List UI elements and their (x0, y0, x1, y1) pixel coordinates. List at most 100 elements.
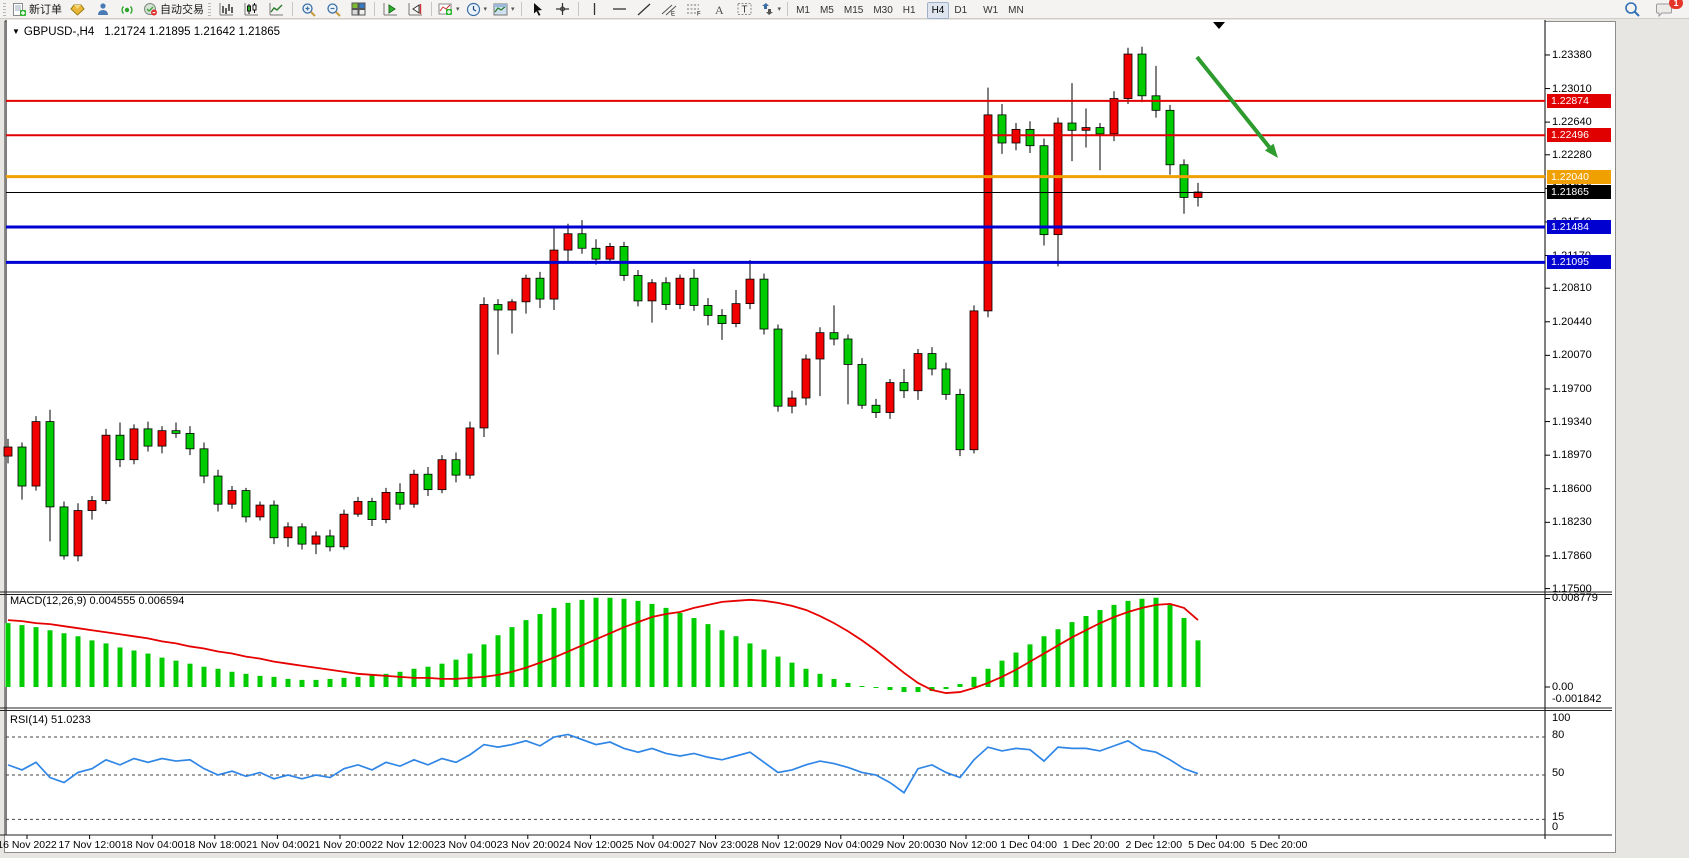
timeframe-m1[interactable]: M1 (791, 2, 815, 19)
timeframe-h4[interactable]: H4 (927, 2, 950, 19)
up-candle (1124, 54, 1132, 98)
new-order-icon (12, 2, 27, 17)
down-candle (242, 491, 250, 517)
timeframe-w1[interactable]: W1 (978, 2, 1003, 19)
indicators-icon (438, 2, 453, 16)
line-chart-button[interactable] (264, 0, 289, 19)
up-candle (732, 304, 740, 324)
up-candle (886, 383, 894, 413)
timeframe-d1[interactable]: D1 (949, 2, 972, 19)
tile-windows-button[interactable] (346, 0, 371, 19)
up-candle (550, 250, 558, 299)
market-watch-button[interactable] (65, 0, 90, 19)
up-candle (32, 422, 40, 486)
notification-badge: 1 (1669, 0, 1683, 9)
up-candle (788, 398, 796, 406)
text-button[interactable]: A (707, 0, 732, 19)
down-candle (536, 278, 544, 299)
down-candle (1026, 129, 1034, 145)
down-candle (956, 394, 964, 449)
chevron-down-icon: ▾ (511, 5, 515, 13)
up-candle (802, 359, 810, 398)
cursor-icon (531, 2, 544, 16)
bar-chart-icon (219, 2, 234, 16)
vertical-line-icon (590, 2, 599, 16)
zoom-out-button[interactable] (321, 0, 346, 19)
up-candle (354, 501, 362, 514)
channel-button[interactable]: E (657, 0, 682, 19)
search-button[interactable] (1619, 0, 1644, 19)
new-order-button[interactable]: 新订单 (9, 0, 65, 19)
trendline-icon (637, 3, 651, 16)
signals-button[interactable] (115, 0, 140, 19)
up-candle (564, 234, 572, 250)
chevron-down-icon: ▾ (456, 5, 460, 13)
crosshair-icon (555, 2, 570, 16)
svg-text:A: A (715, 3, 724, 16)
auto-scroll-button[interactable] (378, 0, 403, 19)
signal-icon (120, 2, 135, 16)
channel-icon: E (661, 3, 677, 16)
up-candle (648, 283, 656, 301)
down-candle (998, 115, 1006, 143)
down-candle (116, 435, 124, 460)
chart-shift-button[interactable] (403, 0, 428, 19)
cursor-button[interactable] (525, 0, 550, 19)
timeframe-m30[interactable]: M30 (868, 2, 897, 19)
down-candle (690, 278, 698, 305)
chart-shift-icon (408, 2, 423, 16)
down-candle (1068, 123, 1076, 130)
crosshair-button[interactable] (550, 0, 575, 19)
autotrading-icon (143, 2, 158, 16)
down-candle (634, 275, 642, 300)
vertical-line-button[interactable] (582, 0, 607, 19)
toolbar-drag-handle[interactable] (3, 3, 6, 16)
horizontal-line-icon (612, 5, 627, 13)
down-candle (830, 333, 838, 339)
gem-icon (70, 3, 85, 16)
candlestick-button[interactable] (239, 0, 264, 19)
timeframe-group: M1M5M15M30H1 H4D1 W1MN (791, 0, 1029, 19)
fibonacci-button[interactable]: F (682, 0, 707, 19)
zoom-in-button[interactable] (296, 0, 321, 19)
down-candle (662, 283, 670, 305)
autotrading-button[interactable]: 自动交易 (140, 0, 207, 19)
up-candle (102, 435, 110, 500)
up-candle (382, 492, 390, 519)
down-candle (1166, 110, 1174, 164)
up-candle (158, 431, 166, 446)
separator (787, 2, 788, 16)
timeframe-m15[interactable]: M15 (839, 2, 868, 19)
periods-button[interactable]: ▾ (463, 0, 491, 19)
chart-canvas[interactable] (0, 0, 1689, 858)
separator (374, 2, 375, 16)
templates-button[interactable]: ▾ (490, 0, 518, 19)
separator (578, 2, 579, 16)
up-candle (284, 527, 292, 538)
indicators-button[interactable]: ▾ (435, 0, 463, 19)
timeframe-mn[interactable]: MN (1003, 2, 1029, 19)
text-label-button[interactable]: T (732, 0, 757, 19)
timeframe-h1[interactable]: H1 (898, 2, 921, 19)
notifications-button[interactable]: 1 (1652, 0, 1677, 19)
trendline-button[interactable] (632, 0, 657, 19)
up-candle (312, 536, 320, 544)
arrows-button[interactable]: ▾ (757, 0, 785, 19)
timeframe-m5[interactable]: M5 (815, 2, 839, 19)
separator (431, 2, 432, 16)
down-candle (592, 248, 600, 259)
up-candle (606, 246, 614, 259)
down-candle (368, 501, 376, 519)
up-candle (480, 305, 488, 428)
candlestick-icon (244, 2, 259, 16)
horizontal-line-button[interactable] (607, 0, 632, 19)
search-icon (1624, 1, 1640, 17)
up-candle (340, 514, 348, 547)
up-candle (4, 447, 12, 456)
down-candle (200, 449, 208, 476)
toolbar-drag-handle[interactable] (208, 3, 211, 16)
chevron-down-icon: ▾ (484, 5, 488, 13)
mt4-terminal: 新订单 自动交易 ▾ ▾ ▾ E F A T ▾ (0, 0, 1689, 858)
bar-chart-button[interactable] (214, 0, 239, 19)
data-window-button[interactable] (90, 0, 115, 19)
